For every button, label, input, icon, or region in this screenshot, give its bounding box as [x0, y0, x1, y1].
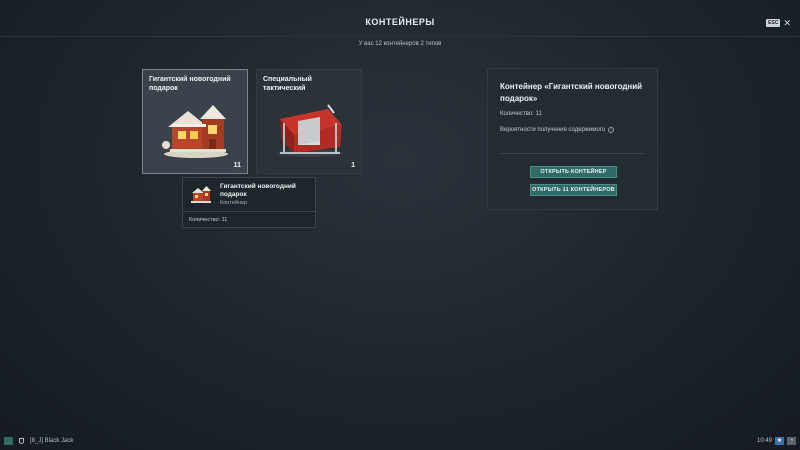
shield-icon: [19, 438, 24, 444]
container-card-gift[interactable]: Гигантский новогодний подарок 11: [142, 69, 248, 174]
footer-left: [8_J] Black Jack: [4, 437, 73, 445]
header-bar: КОНТЕЙНЕРЫ ESC ✕: [0, 0, 800, 37]
tooltip-container-name: Гигантский новогодний подарок: [220, 183, 296, 198]
star-icon[interactable]: ★: [775, 437, 784, 445]
gingerbread-house-icon: [191, 186, 211, 203]
footer-right: 10:49 ★ ◔: [757, 437, 796, 445]
chat-icon[interactable]: [4, 437, 13, 445]
container-card-count: 1: [351, 162, 355, 169]
detail-quantity: Количество: 11: [500, 111, 542, 117]
info-icon[interactable]: i: [608, 127, 615, 133]
container-detail-panel: Контейнер «Гигантский новогодний подарок…: [487, 68, 658, 210]
container-card-count: 11: [233, 162, 241, 169]
drop-probabilities-label[interactable]: Вероятности получения содержимого: [500, 127, 605, 133]
container-tooltip: Гигантский новогодний подарок Контейнер …: [182, 177, 316, 228]
open-all-containers-button[interactable]: ОТКРЫТЬ 11 КОНТЕЙНЕРОВ: [530, 184, 617, 196]
tooltip-container-type: Контейнер: [220, 200, 248, 206]
open-container-button[interactable]: ОТКРЫТЬ КОНТЕЙНЕР: [530, 166, 617, 178]
clock: 10:49: [756, 438, 772, 444]
detail-title: Контейнер «Гигантский новогодний подарок…: [500, 82, 643, 103]
detail-divider: [500, 153, 645, 154]
connection-icon[interactable]: ◔: [787, 437, 796, 445]
tactical-crate-icon: [278, 104, 342, 157]
tooltip-quantity: Количество: 11: [189, 217, 228, 223]
close-control[interactable]: ESC ✕: [766, 19, 791, 28]
containers-summary: У вас 12 контейнеров 2 типов: [358, 41, 442, 47]
close-icon[interactable]: ✕: [783, 19, 791, 28]
container-card-name: Гигантский новогодний подарок: [149, 76, 231, 92]
container-card-tactical[interactable]: Специальный тактический 1: [256, 69, 362, 174]
page-title: КОНТЕЙНЕРЫ: [365, 17, 435, 27]
drop-probabilities-link[interactable]: Вероятности получения содержимого i: [500, 127, 615, 133]
tooltip-divider: [183, 211, 315, 212]
player-name[interactable]: [8_J] Black Jack: [30, 438, 73, 444]
esc-key-badge[interactable]: ESC: [766, 19, 781, 27]
gingerbread-house-icon: [162, 105, 228, 158]
container-card-name: Специальный тактический: [263, 76, 312, 92]
